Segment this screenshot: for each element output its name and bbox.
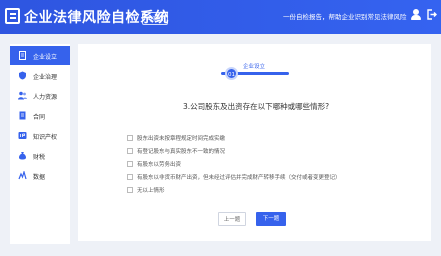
sidebar-item-enterprise-setup[interactable]: 企业设立	[10, 46, 70, 65]
money-bag-icon	[19, 152, 26, 160]
sidebar-item-label: 企业设立	[33, 54, 58, 61]
step-label: 企业设立	[243, 64, 266, 70]
logout-icon[interactable]	[426, 9, 437, 20]
option-label: 有股东以非货币财产出资，但未经过评估并完成财产转移手续（交付或者变更登记）	[137, 175, 341, 181]
sidebar-item-label: 合同	[33, 114, 46, 121]
question-text: 3.公司股东及出资存在以下哪种或哪些情形?	[183, 102, 330, 111]
header-slogan: 一份自检报告，帮助企业识别常见法律风险	[283, 13, 407, 21]
sidebar-item-finance-tax[interactable]: 财税	[10, 146, 70, 165]
shield-icon	[19, 71, 26, 80]
sidebar-item-data[interactable]: 数据	[10, 166, 70, 185]
ip-icon	[18, 132, 27, 139]
option-label: 有登记股东与真实股东不一致的情况	[137, 149, 226, 155]
option-label: 有股东以劳务出资	[137, 162, 182, 168]
option-checkbox[interactable]	[127, 148, 133, 154]
document-icon	[19, 51, 26, 60]
sidebar-item-ip[interactable]: 知识产权	[10, 126, 70, 145]
data-icon	[18, 171, 27, 180]
option-label: 无以上情形	[137, 188, 165, 194]
option-checkbox[interactable]	[127, 161, 133, 167]
app-header: 企业法律风险自检系统 内测版 一份自检报告，帮助企业识别常见法律风险	[0, 0, 441, 34]
sidebar: 企业设立 企业治理 人力资源 合同 知识产权 财税 数据	[10, 44, 70, 244]
contract-icon	[19, 111, 26, 120]
sidebar-item-label: 人力资源	[33, 94, 58, 101]
version-badge: 内测版	[142, 12, 169, 25]
sidebar-item-label: 企业治理	[33, 74, 58, 81]
sidebar-item-label: 知识产权	[33, 134, 58, 141]
option-checkbox[interactable]	[127, 174, 133, 180]
option-checkbox[interactable]	[127, 187, 133, 193]
sidebar-item-label: 财税	[33, 154, 46, 161]
sidebar-item-hr[interactable]: 人力资源	[10, 86, 70, 105]
sidebar-item-label: 数据	[33, 174, 46, 181]
user-icon[interactable]	[411, 9, 421, 20]
option-label: 股东出资未按章程规定时间完成实缴	[137, 136, 226, 142]
sidebar-item-contract[interactable]: 合同	[10, 106, 70, 125]
sidebar-item-governance[interactable]: 企业治理	[10, 66, 70, 85]
people-icon	[18, 91, 27, 100]
step-number: 01	[225, 67, 238, 80]
next-question-button[interactable]: 下一题	[256, 212, 286, 226]
logo-icon	[5, 8, 20, 24]
prev-question-button[interactable]: 上一题	[218, 212, 246, 226]
option-checkbox[interactable]	[127, 135, 133, 141]
